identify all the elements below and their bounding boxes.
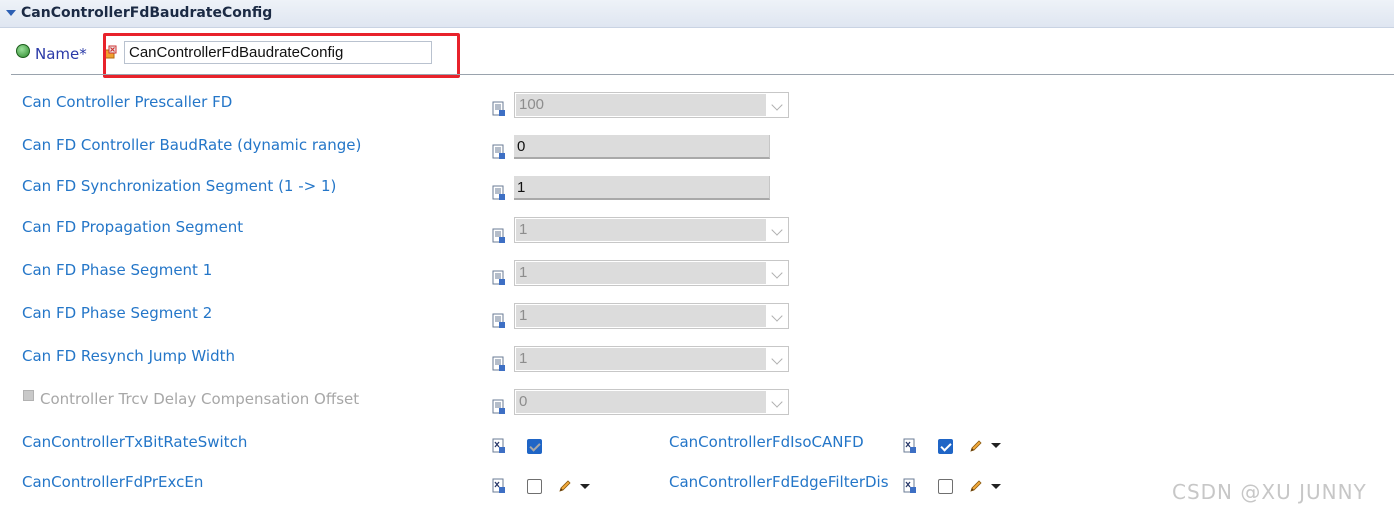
- parameter-doc-icon[interactable]: [492, 270, 506, 286]
- label-fd-iso-canfd[interactable]: CanControllerFdIsoCANFD: [669, 433, 864, 451]
- required-name-icon: [16, 44, 30, 58]
- check-icon: [529, 440, 541, 452]
- section-title: CanControllerFdBaudrateConfig: [21, 5, 273, 21]
- checkbox-fd-pr-exc-en[interactable]: [527, 479, 542, 494]
- combo-value: 1: [516, 219, 766, 241]
- chevron-down-icon[interactable]: [771, 224, 783, 236]
- optional-enable-checkbox[interactable]: [23, 390, 34, 401]
- label-phase-segment-1[interactable]: Can FD Phase Segment 1: [22, 261, 212, 279]
- collapse-caret-icon[interactable]: [6, 10, 16, 16]
- checkbox-tx-bitrate-switch[interactable]: [527, 439, 542, 454]
- label-trcv-delay-offset: Controller Trcv Delay Compensation Offse…: [40, 390, 360, 408]
- combo-value: 1: [516, 262, 766, 284]
- parameter-doc-icon[interactable]: [492, 185, 506, 201]
- combo-value: 1: [516, 305, 766, 327]
- combo-propagation-segment[interactable]: 1: [514, 217, 789, 243]
- watermark: CSDN @XU JUNNY: [1172, 480, 1367, 504]
- input-sync-segment[interactable]: 1: [514, 176, 770, 200]
- pencil-edit-icon[interactable]: [968, 478, 984, 494]
- label-tx-bitrate-switch[interactable]: CanControllerTxBitRateSwitch: [22, 433, 247, 451]
- combo-phase-segment-1[interactable]: 1: [514, 260, 789, 286]
- combo-value: 100: [516, 94, 766, 116]
- boolean-param-icon[interactable]: [492, 478, 506, 494]
- name-label: Name*: [35, 45, 87, 63]
- highlight-box: [103, 33, 460, 78]
- combo-resynch-jump-width[interactable]: 1: [514, 346, 789, 372]
- separator: [11, 74, 1394, 75]
- chevron-down-icon[interactable]: [771, 99, 783, 111]
- boolean-param-icon[interactable]: [903, 438, 917, 454]
- combo-trcv-delay-offset[interactable]: 0: [514, 389, 789, 415]
- section-header[interactable]: CanControllerFdBaudrateConfig: [0, 0, 1394, 28]
- parameter-doc-icon[interactable]: [492, 313, 506, 329]
- label-phase-segment-2[interactable]: Can FD Phase Segment 2: [22, 304, 212, 322]
- pencil-edit-icon[interactable]: [968, 438, 984, 454]
- parameter-doc-icon[interactable]: [492, 101, 506, 117]
- input-fd-baudrate[interactable]: 0: [514, 135, 770, 159]
- label-fd-pr-exc-en[interactable]: CanControllerFdPrExcEn: [22, 473, 203, 491]
- boolean-param-icon[interactable]: [492, 438, 506, 454]
- checkbox-fd-iso-canfd[interactable]: [938, 439, 953, 454]
- label-fd-edge-filter-dis[interactable]: CanControllerFdEdgeFilterDis: [669, 473, 889, 491]
- parameter-doc-icon[interactable]: [492, 399, 506, 415]
- combo-value: 0: [516, 391, 766, 413]
- parameter-doc-icon[interactable]: [492, 356, 506, 372]
- dropdown-arrow-icon[interactable]: [991, 484, 1001, 489]
- combo-phase-segment-2[interactable]: 1: [514, 303, 789, 329]
- label-resynch-jump-width[interactable]: Can FD Resynch Jump Width: [22, 347, 235, 365]
- pencil-edit-icon[interactable]: [557, 478, 573, 494]
- label-sync-segment[interactable]: Can FD Synchronization Segment (1 -> 1): [22, 177, 336, 195]
- dropdown-arrow-icon[interactable]: [991, 443, 1001, 448]
- parameter-doc-icon[interactable]: [492, 228, 506, 244]
- parameter-doc-icon[interactable]: [492, 144, 506, 160]
- check-icon: [940, 440, 952, 452]
- combo-prescaller-fd[interactable]: 100: [514, 92, 789, 118]
- dropdown-arrow-icon[interactable]: [580, 484, 590, 489]
- boolean-param-icon[interactable]: [903, 478, 917, 494]
- label-prescaller-fd[interactable]: Can Controller Prescaller FD: [22, 93, 232, 111]
- label-propagation-segment[interactable]: Can FD Propagation Segment: [22, 218, 243, 236]
- combo-value: 1: [516, 348, 766, 370]
- chevron-down-icon[interactable]: [771, 396, 783, 408]
- checkbox-fd-edge-filter-dis[interactable]: [938, 479, 953, 494]
- chevron-down-icon[interactable]: [771, 353, 783, 365]
- chevron-down-icon[interactable]: [771, 310, 783, 322]
- label-fd-baudrate[interactable]: Can FD Controller BaudRate (dynamic rang…: [22, 136, 361, 154]
- chevron-down-icon[interactable]: [771, 267, 783, 279]
